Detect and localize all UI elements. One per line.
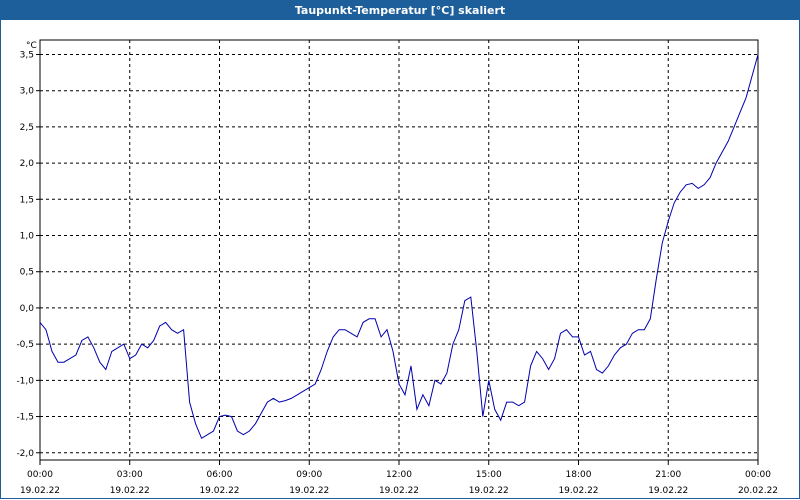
y-tick-label: 0,0 <box>20 304 35 314</box>
grid-lines <box>40 40 758 460</box>
x-axis-ticks: 00:00 19.02.22 03:00 19.02.22 06:00 19.02.22 0… <box>20 460 778 496</box>
dewpoint-chart: 3,5 3,0 2,5 2,0 1,5 1,0 0,5 0,0 -0,5 -1,0 -1,5 -2,0… <box>16 39 778 496</box>
y-tick-label: -0,5 <box>16 340 34 350</box>
x-tick-date-label: 19.02.22 <box>469 486 509 496</box>
x-tick-time-label: 00:00 <box>27 470 53 480</box>
y-tick-label: 3,0 <box>20 87 35 97</box>
y-tick-label: 2,5 <box>20 123 34 133</box>
x-tick-date-label: 19.02.22 <box>558 486 598 496</box>
y-tick-label: 1,5 <box>20 195 34 205</box>
x-tick-date-label: 19.02.22 <box>110 486 150 496</box>
x-tick-date-label: 19.02.22 <box>648 486 688 496</box>
x-tick-time-label: 06:00 <box>207 470 233 480</box>
y-tick-label: -1,0 <box>16 376 34 386</box>
x-tick-date-label: 20.02.22 <box>738 486 778 496</box>
x-tick-time-label: 09:00 <box>296 470 322 480</box>
x-tick-time-label: 21:00 <box>655 470 681 480</box>
x-tick-time-label: 03:00 <box>117 470 143 480</box>
x-tick-date-label: 19.02.22 <box>289 486 329 496</box>
y-tick-label: -2,0 <box>16 449 34 459</box>
x-tick-date-label: 19.02.22 <box>199 486 239 496</box>
y-tick-label: 1,0 <box>20 232 35 242</box>
y-tick-label: -1,5 <box>16 413 34 423</box>
y-tick-label: 2,0 <box>20 159 35 169</box>
x-tick-time-label: 00:00 <box>745 470 771 480</box>
y-axis-ticks: 3,5 3,0 2,5 2,0 1,5 1,0 0,5 0,0 -0,5 -1,0 -1,5 -2,0 <box>16 50 40 459</box>
y-axis-unit-label: °C <box>26 41 37 51</box>
x-tick-time-label: 12:00 <box>386 470 412 480</box>
y-tick-label: 0,5 <box>20 268 34 278</box>
x-tick-time-label: 15:00 <box>476 470 502 480</box>
y-tick-label: 3,5 <box>20 50 34 60</box>
x-tick-date-label: 19.02.22 <box>379 486 419 496</box>
x-tick-time-label: 18:00 <box>566 470 592 480</box>
x-tick-date-label: 19.02.22 <box>20 486 60 496</box>
